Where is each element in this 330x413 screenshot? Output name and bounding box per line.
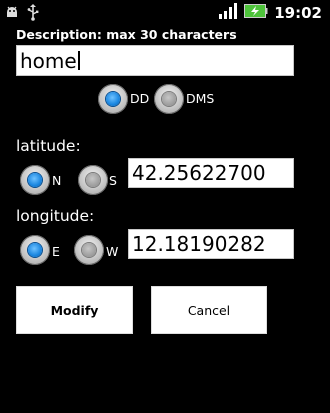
cancel-button[interactable]: Cancel [151, 286, 267, 334]
longitude-label: longitude: [16, 207, 95, 225]
radio-west[interactable] [74, 235, 104, 265]
android-debug-icon [4, 4, 20, 24]
radio-dd-indicator [106, 92, 120, 106]
radio-dms-label: DMS [186, 91, 215, 106]
radio-dms-indicator [162, 92, 176, 106]
signal-icon [218, 3, 238, 23]
radio-north-label: N [52, 173, 62, 188]
description-label: Description: max 30 characters [16, 27, 237, 42]
description-input[interactable]: home [16, 45, 294, 76]
latitude-label: latitude: [16, 137, 81, 155]
radio-dms[interactable] [154, 84, 184, 114]
latitude-input[interactable]: 42.25622700 [128, 158, 294, 188]
status-right-icons: 19:02 [218, 3, 322, 23]
radio-north-indicator [28, 173, 42, 187]
radio-east-indicator [28, 243, 42, 257]
radio-west-label: W [106, 244, 119, 259]
longitude-input[interactable]: 12.18190282 [128, 229, 294, 259]
radio-east-label: E [52, 244, 60, 259]
radio-dd[interactable] [98, 84, 128, 114]
status-time: 19:02 [274, 4, 322, 22]
radio-west-indicator [82, 243, 96, 257]
radio-north[interactable] [20, 165, 50, 195]
text-cursor [78, 51, 80, 70]
description-value: home [20, 48, 77, 73]
latitude-value: 42.25622700 [132, 161, 266, 185]
radio-east[interactable] [20, 235, 50, 265]
status-bar: 19:02 [0, 0, 330, 25]
radio-dd-label: DD [130, 91, 150, 106]
radio-south[interactable] [78, 165, 108, 195]
status-left-icons [4, 3, 40, 25]
usb-icon [26, 3, 40, 25]
longitude-value: 12.18190282 [132, 232, 266, 256]
radio-south-indicator [86, 173, 100, 187]
modify-button[interactable]: Modify [16, 286, 133, 334]
battery-charging-icon [244, 3, 268, 23]
radio-south-label: S [109, 173, 117, 188]
